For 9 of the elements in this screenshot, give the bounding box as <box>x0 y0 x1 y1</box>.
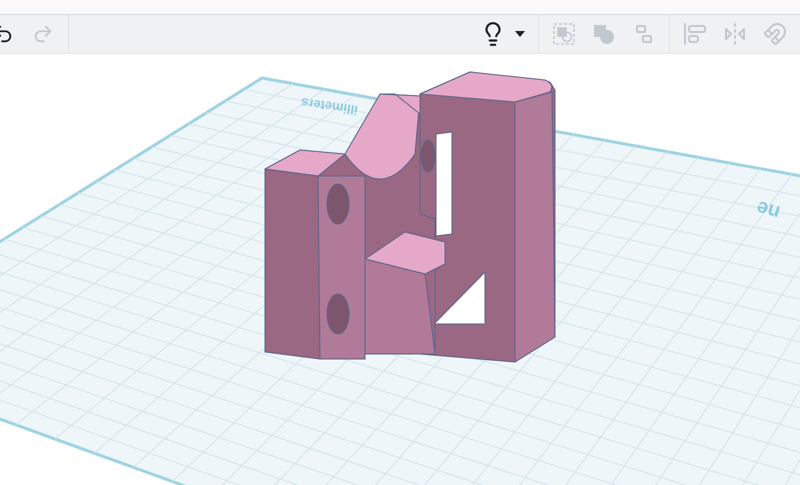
align-icon <box>683 22 707 46</box>
mirror-icon <box>723 22 747 46</box>
redo-icon <box>32 23 54 45</box>
workplane-label: ne <box>754 196 783 224</box>
shapes-icon <box>592 22 616 46</box>
caret-icon <box>515 31 525 37</box>
workplane-label: illimeters <box>300 95 359 118</box>
magnet-icon <box>763 22 787 46</box>
group-icon <box>552 22 576 46</box>
